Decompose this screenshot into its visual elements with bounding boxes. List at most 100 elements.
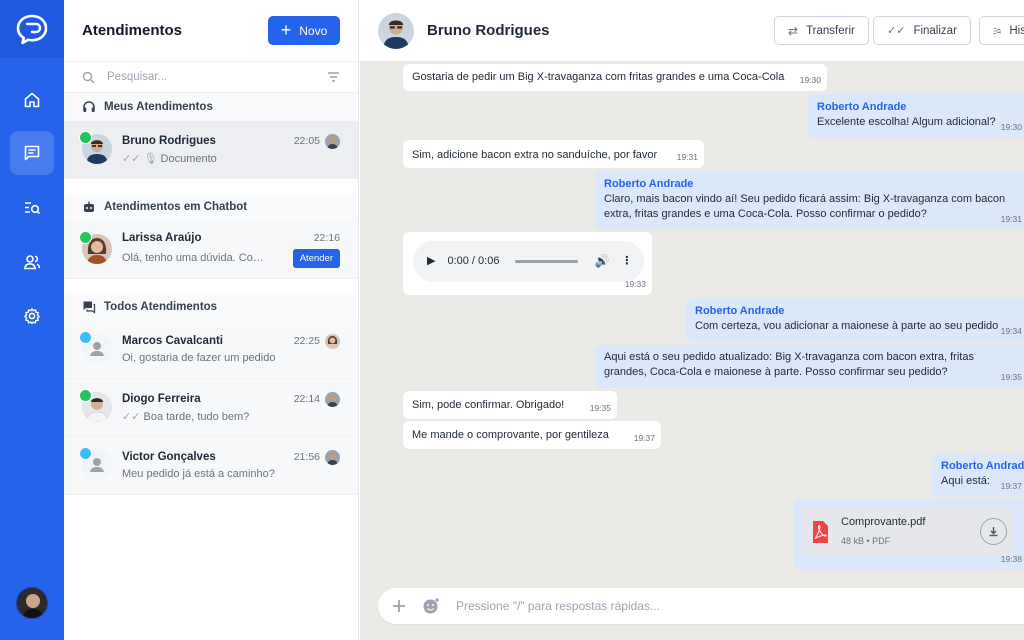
message-sender: Roberto Andrade <box>695 305 785 317</box>
agent-photo-icon <box>325 392 340 407</box>
message-outgoing: Roberto Andrade Excelente escolha! Algum… <box>808 94 1024 138</box>
message-incoming: Sim, adicione bacon extra no sanduíche, … <box>403 140 704 168</box>
agent-avatar <box>325 392 340 407</box>
chat-header: Bruno Rodrigues ⇄ Transferir ✓✓ Finaliza… <box>360 0 1024 62</box>
whatsapp-icon <box>79 231 92 244</box>
message-text: Excelente escolha! Algum adicional? <box>817 116 996 128</box>
message-text: Aqui está: <box>941 475 990 487</box>
message-time: 19:37 <box>633 433 655 443</box>
conversation-item[interactable]: Marcos Cavalcanti 22:25 Oi, gostaria de … <box>64 321 358 379</box>
chat-panel: Bruno Rodrigues ⇄ Transferir ✓✓ Finaliza… <box>360 0 1024 640</box>
section-label: Meus Atendimentos <box>104 101 213 113</box>
contact-photo-icon <box>378 12 414 49</box>
contact-avatar[interactable] <box>378 12 414 49</box>
message-text: Claro, mais bacon vindo aí! Seu pedido f… <box>604 193 1006 220</box>
nav-home[interactable] <box>10 78 54 122</box>
contact-name: Marcos Cavalcanti <box>122 335 223 347</box>
conversation-preview: Oi, gostaria de fazer um pedido <box>122 352 276 364</box>
agent-avatar <box>325 450 340 465</box>
message-time: 19:31 <box>676 152 698 162</box>
agent-avatar <box>325 134 340 149</box>
section-label: Todos Atendimentos <box>104 301 218 313</box>
file-meta: 48 kB • PDF <box>841 535 891 546</box>
file-name: Comprovante.pdf <box>841 515 926 528</box>
conversation-item[interactable]: Victor Gonçalves 21:56 Meu pedido já est… <box>64 437 358 495</box>
message-sender: Roberto Andrade <box>817 101 907 113</box>
message-incoming: Gostaria de pedir um Big X-travaganza co… <box>403 64 827 91</box>
conversation-time: 22:14 <box>293 392 320 405</box>
conversation-item[interactable]: Larissa Araújo 22:16 Olá, tenho uma dúvi… <box>64 221 358 279</box>
plus-icon[interactable] <box>392 599 406 613</box>
webchat-icon <box>79 447 92 460</box>
double-check-icon: ✓✓ <box>122 152 144 165</box>
download-icon <box>989 527 998 537</box>
filter-icon[interactable] <box>327 71 340 83</box>
search-bar <box>64 62 358 93</box>
more-options-icon[interactable]: ⋮ <box>621 254 632 269</box>
play-icon[interactable]: ▶ <box>427 254 435 269</box>
contact-name: Larissa Araújo <box>122 231 202 244</box>
conversation-time: 22:25 <box>293 335 320 347</box>
download-button[interactable] <box>980 518 1007 545</box>
pdf-icon <box>813 520 828 543</box>
conversation-preview: ✓✓ 🎙 Documento <box>122 152 217 165</box>
agent-photo-icon <box>325 134 340 149</box>
audio-progress-track[interactable] <box>515 260 579 263</box>
message-time: 19:38 <box>1000 554 1022 564</box>
volume-icon[interactable]: 🔊 <box>594 254 609 269</box>
nav-chats[interactable] <box>10 131 54 175</box>
whatsapp-icon <box>79 389 92 402</box>
contact-name: Victor Gonçalves <box>122 451 216 463</box>
conversation-preview: Meu pedido já está a caminho? <box>122 468 275 480</box>
message-time: 19:33 <box>624 279 646 289</box>
history-button[interactable]: His <box>979 16 1024 45</box>
finish-button[interactable]: ✓✓ Finalizar <box>873 16 971 45</box>
nav-search-list[interactable] <box>10 186 54 230</box>
audio-player[interactable]: ▶ 0:00 / 0:06 🔊 ⋮ <box>413 241 644 282</box>
search-input[interactable] <box>107 71 327 83</box>
emoji-icon[interactable] <box>422 597 440 615</box>
list-search-icon <box>25 202 41 215</box>
message-text: Gostaria de pedir um Big X-travaganza co… <box>412 71 785 83</box>
home-icon <box>24 92 40 108</box>
audio-time: 0:00 / 0:06 <box>447 255 500 267</box>
message-outgoing: Roberto Andrade Claro, mais bacon vindo … <box>595 171 1024 230</box>
message-file: Comprovante.pdf 48 kB • PDF 19:38 <box>794 499 1024 570</box>
message-time: 19:34 <box>1000 326 1022 336</box>
preview-text: Documento <box>160 152 217 165</box>
message-list: Gostaria de pedir um Big X-travaganza co… <box>360 62 1024 577</box>
agent-avatar <box>325 334 340 349</box>
attend-button[interactable]: Atender <box>292 248 340 268</box>
file-attachment[interactable]: Comprovante.pdf 48 kB • PDF <box>802 507 1013 556</box>
conversation-item[interactable]: Bruno Rodrigues 22:05 ✓✓ 🎙 Documento <box>64 121 358 179</box>
contact-name: Bruno Rodrigues <box>427 22 550 39</box>
chat-logo-icon <box>16 14 48 45</box>
new-conversation-button[interactable]: + Novo <box>268 16 340 45</box>
nav-settings[interactable] <box>10 294 54 338</box>
section-all: Todos Atendimentos <box>64 293 358 321</box>
conversation-item[interactable]: Diogo Ferreira 22:14 ✓✓ Boa tarde, tudo … <box>64 379 358 437</box>
message-input[interactable] <box>456 599 856 613</box>
headset-icon <box>83 101 95 112</box>
message-incoming: Sim, pode confirmar. Obrigado! 19:35 <box>403 391 617 419</box>
section-my-conversations: Meus Atendimentos <box>64 93 358 121</box>
agent-photo-icon <box>325 334 340 349</box>
nav-contacts[interactable] <box>10 240 54 284</box>
app-logo[interactable] <box>0 0 64 58</box>
section-chatbot: Atendimentos em Chatbot <box>64 193 358 221</box>
robot-icon <box>84 201 94 212</box>
section-label: Atendimentos em Chatbot <box>104 201 248 213</box>
transfer-icon: ⇄ <box>788 23 799 38</box>
double-check-icon: ✓✓ <box>122 410 144 423</box>
transfer-button[interactable]: ⇄ Transferir <box>774 16 869 45</box>
user-photo-icon <box>17 588 47 618</box>
conversation-list-panel: Atendimentos + Novo Meus Atendimentos Br… <box>64 0 359 640</box>
chat-bubbles-icon <box>83 301 96 314</box>
user-avatar[interactable] <box>16 587 48 619</box>
contact-name: Bruno Rodrigues <box>122 134 216 147</box>
message-outgoing: Aqui está o seu pedido atualizado: Big X… <box>595 345 1024 388</box>
list-header: Atendimentos + Novo <box>64 0 358 62</box>
message-sender: Roberto Andrade <box>941 460 1024 472</box>
gear-icon <box>24 308 40 325</box>
search-icon <box>82 71 95 83</box>
